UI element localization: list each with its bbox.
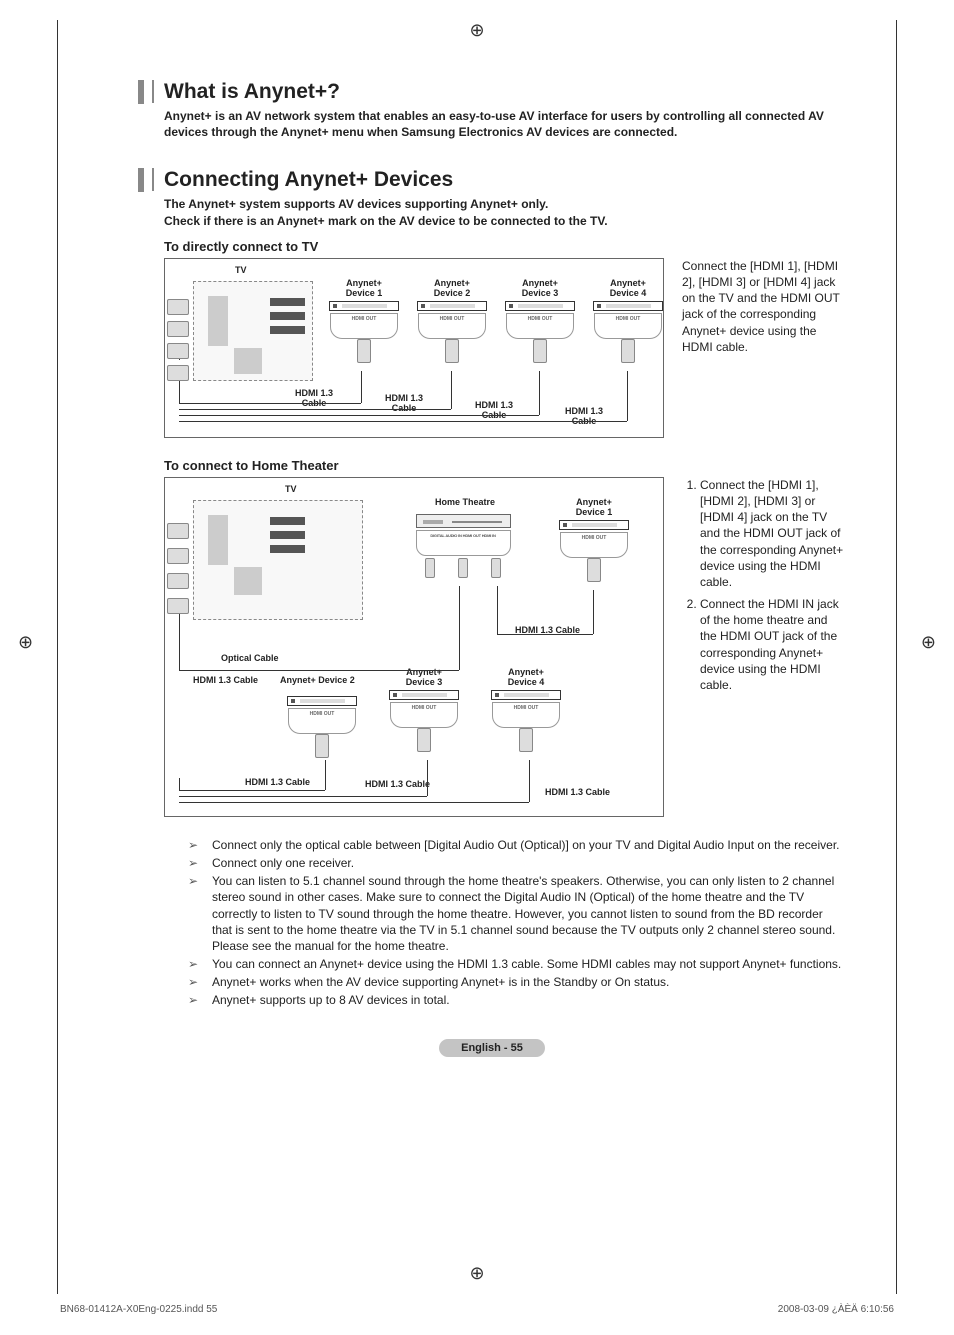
page-footer: English - 55 bbox=[138, 1039, 846, 1057]
d1-dev4-title: Anynet+Device 4 bbox=[589, 279, 667, 299]
note-item: ➢ Anynet+ supports up to 8 AV devices in … bbox=[188, 992, 846, 1008]
d2-tv-label: TV bbox=[285, 484, 297, 494]
d2-hdmi-b2-label: HDMI 1.3 Cable bbox=[365, 780, 430, 790]
d1-tv-label: TV bbox=[235, 265, 247, 275]
note-text-0: Connect only the optical cable between [… bbox=[212, 837, 839, 853]
d2-hdmi-left-label: HDMI 1.3 Cable bbox=[193, 676, 258, 686]
d2-tv-panel bbox=[193, 500, 363, 620]
note-arrow-icon: ➢ bbox=[188, 974, 204, 990]
d1-dev1-title: Anynet+Device 1 bbox=[325, 279, 403, 299]
section2-title: Connecting Anynet+ Devices bbox=[138, 168, 846, 192]
d1-side-text: Connect the [HDMI 1], [HDMI 2], [HDMI 3]… bbox=[682, 258, 846, 355]
d1-device-1: Anynet+Device 1 bbox=[325, 279, 403, 363]
d1-dev2-title: Anynet+Device 2 bbox=[413, 279, 491, 299]
section2-intro-line1: The Anynet+ system supports AV devices s… bbox=[164, 196, 846, 212]
d1-cable3-label: HDMI 1.3Cable bbox=[475, 401, 513, 421]
d2-side-plug-4 bbox=[167, 598, 189, 614]
d1-side-plug-3 bbox=[167, 343, 189, 359]
d1-device-2: Anynet+Device 2 bbox=[413, 279, 491, 363]
d1-side-plug-1 bbox=[167, 299, 189, 315]
d2-side-plug-2 bbox=[167, 548, 189, 564]
d2-device-1: Anynet+Device 1 bbox=[555, 498, 633, 582]
d2-device-4: Anynet+Device 4 bbox=[487, 668, 565, 752]
print-timestamp: 2008-03-09 ¿ÀÈÄ 6:10:56 bbox=[778, 1304, 894, 1315]
d1-cable4-label: HDMI 1.3Cable bbox=[565, 407, 603, 427]
note-text-2: You can listen to 5.1 channel sound thro… bbox=[212, 873, 846, 954]
d2-home-theatre bbox=[413, 512, 513, 578]
d1-device-3: Anynet+Device 3 bbox=[501, 279, 579, 363]
d2-hdmi-b3-label: HDMI 1.3 Cable bbox=[545, 788, 610, 798]
note-text-5: Anynet+ supports up to 8 AV devices in t… bbox=[212, 992, 450, 1008]
d2-step-1: Connect the [HDMI 1], [HDMI 2], [HDMI 3]… bbox=[700, 477, 846, 590]
d1-dev3-title: Anynet+Device 3 bbox=[501, 279, 579, 299]
d1-side-plug-2 bbox=[167, 321, 189, 337]
d2-optical-label: Optical Cable bbox=[221, 654, 279, 664]
diagram-home-theater: TV Home Theatre Anynet+Device 1 Anynet+ … bbox=[164, 477, 664, 817]
diagram-direct-connect: TV Anynet+Device 1 Anynet+Device 2 Anyne… bbox=[164, 258, 664, 438]
note-item: ➢ You can connect an Anynet+ device using… bbox=[188, 956, 846, 972]
page-number-badge: English - 55 bbox=[439, 1039, 545, 1057]
print-file-info: BN68-01412A-X0Eng-0225.indd 55 bbox=[60, 1304, 217, 1315]
d2-hdmi-b1-label: HDMI 1.3 Cable bbox=[245, 778, 310, 788]
d2-step-2: Connect the HDMI IN jack of the home the… bbox=[700, 596, 846, 693]
diagram1-row: TV Anynet+Device 1 Anynet+Device 2 Anyne… bbox=[138, 258, 846, 438]
section1-title: What is Anynet+? bbox=[138, 80, 846, 104]
diagram2-row: TV Home Theatre Anynet+Device 1 Anynet+ … bbox=[138, 477, 846, 817]
subhead-direct-connect: To directly connect to TV bbox=[138, 239, 846, 254]
subhead-home-theater: To connect to Home Theater bbox=[138, 458, 846, 473]
d1-cable2-label: HDMI 1.3Cable bbox=[385, 394, 423, 414]
section1-intro: Anynet+ is an AV network system that ena… bbox=[138, 108, 846, 140]
note-text-1: Connect only one receiver. bbox=[212, 855, 354, 871]
print-footer: BN68-01412A-X0Eng-0225.indd 55 2008-03-0… bbox=[0, 1304, 954, 1315]
d2-device-3: Anynet+Device 3 bbox=[385, 668, 463, 752]
registration-mark-right: ⊕ bbox=[921, 632, 936, 653]
d1-cable1-label: HDMI 1.3Cable bbox=[295, 389, 333, 409]
d1-device-4: Anynet+Device 4 bbox=[589, 279, 667, 363]
section2-intro: The Anynet+ system supports AV devices s… bbox=[138, 196, 846, 228]
note-item: ➢ You can listen to 5.1 channel sound thr… bbox=[188, 873, 846, 954]
section1-title-text: What is Anynet+? bbox=[152, 80, 340, 103]
note-item: ➢ Connect only the optical cable between … bbox=[188, 837, 846, 853]
registration-mark-left: ⊕ bbox=[18, 632, 33, 653]
note-arrow-icon: ➢ bbox=[188, 837, 204, 853]
note-arrow-icon: ➢ bbox=[188, 855, 204, 871]
section2-title-text: Connecting Anynet+ Devices bbox=[152, 168, 453, 191]
d2-ht-label: Home Theatre bbox=[435, 498, 495, 508]
note-arrow-icon: ➢ bbox=[188, 873, 204, 889]
registration-mark-bottom: ⊕ bbox=[469, 1263, 484, 1284]
manual-page: ⊕ ⊕ ⊕ What is Anynet+? Anynet+ is an AV … bbox=[57, 20, 897, 1294]
note-item: ➢ Connect only one receiver. bbox=[188, 855, 846, 871]
d2-side-plug-3 bbox=[167, 573, 189, 589]
d2-dev1-title: Anynet+Device 1 bbox=[555, 498, 633, 518]
d2-side-text: Connect the [HDMI 1], [HDMI 2], [HDMI 3]… bbox=[682, 477, 846, 699]
note-text-4: Anynet+ works when the AV device support… bbox=[212, 974, 669, 990]
d1-side-plug-4 bbox=[167, 365, 189, 381]
d2-device-2 bbox=[283, 684, 361, 758]
d2-dev4-title: Anynet+Device 4 bbox=[487, 668, 565, 688]
notes-list: ➢ Connect only the optical cable between … bbox=[138, 837, 846, 1009]
registration-mark-top: ⊕ bbox=[469, 20, 484, 41]
section2-intro-line2: Check if there is an Anynet+ mark on the… bbox=[164, 213, 846, 229]
d1-tv-panel bbox=[193, 281, 313, 381]
note-text-3: You can connect an Anynet+ device using … bbox=[212, 956, 841, 972]
note-arrow-icon: ➢ bbox=[188, 956, 204, 972]
note-item: ➢ Anynet+ works when the AV device suppor… bbox=[188, 974, 846, 990]
note-arrow-icon: ➢ bbox=[188, 992, 204, 1008]
d2-side-plug-1 bbox=[167, 523, 189, 539]
